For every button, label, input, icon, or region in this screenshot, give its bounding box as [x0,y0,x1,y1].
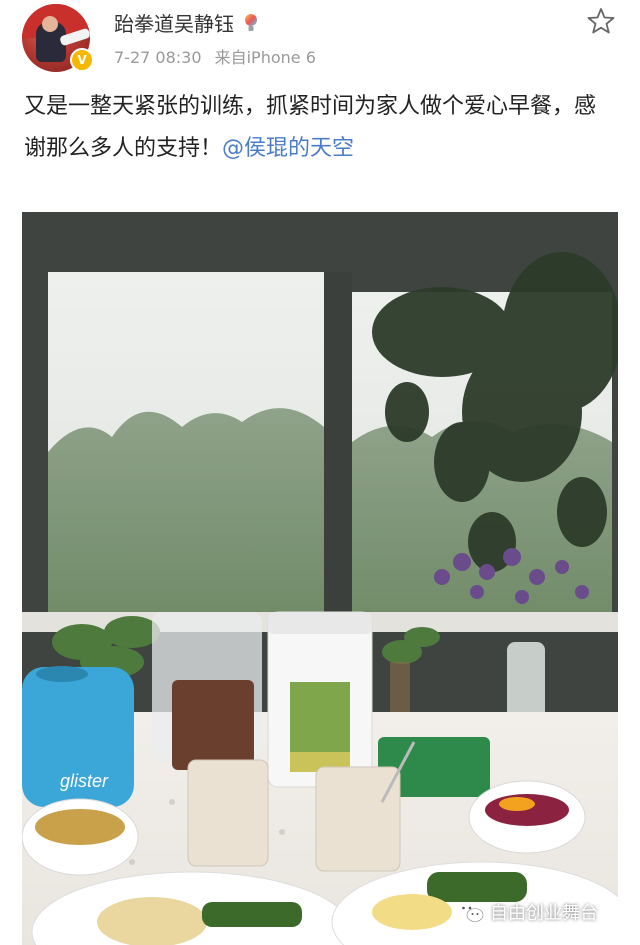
juicer-label: glister [60,771,109,791]
bulb-icon [245,14,258,31]
post-header: V 跆拳道吴静钰 7-27 08:30 来自iPhone 6 [0,0,640,80]
verified-badge: V [70,48,94,72]
author-name[interactable]: 跆拳道吴静钰 [114,12,234,36]
watermark: 自由创业舞台 [456,896,598,928]
author-name-row[interactable]: 跆拳道吴静钰 [114,8,258,37]
breakfast-photo: glister [22,212,618,945]
watermark-text: 自由创业舞台 [490,903,598,924]
post-meta: 7-27 08:30 来自iPhone 6 [114,44,316,68]
mention-link[interactable]: @侯琨的天空 [222,136,354,161]
star-icon[interactable] [586,6,616,36]
post-photo[interactable]: glister [22,212,618,945]
post-time: 7-27 08:30 [114,48,202,67]
avatar-face [42,16,58,32]
post-text: 又是一整天紧张的训练，抓紧时间为家人做个爱心早餐，感谢那么多人的支持！@侯琨的天… [24,86,614,170]
wechat-icon [457,902,484,922]
post-source: 来自iPhone 6 [214,48,316,67]
